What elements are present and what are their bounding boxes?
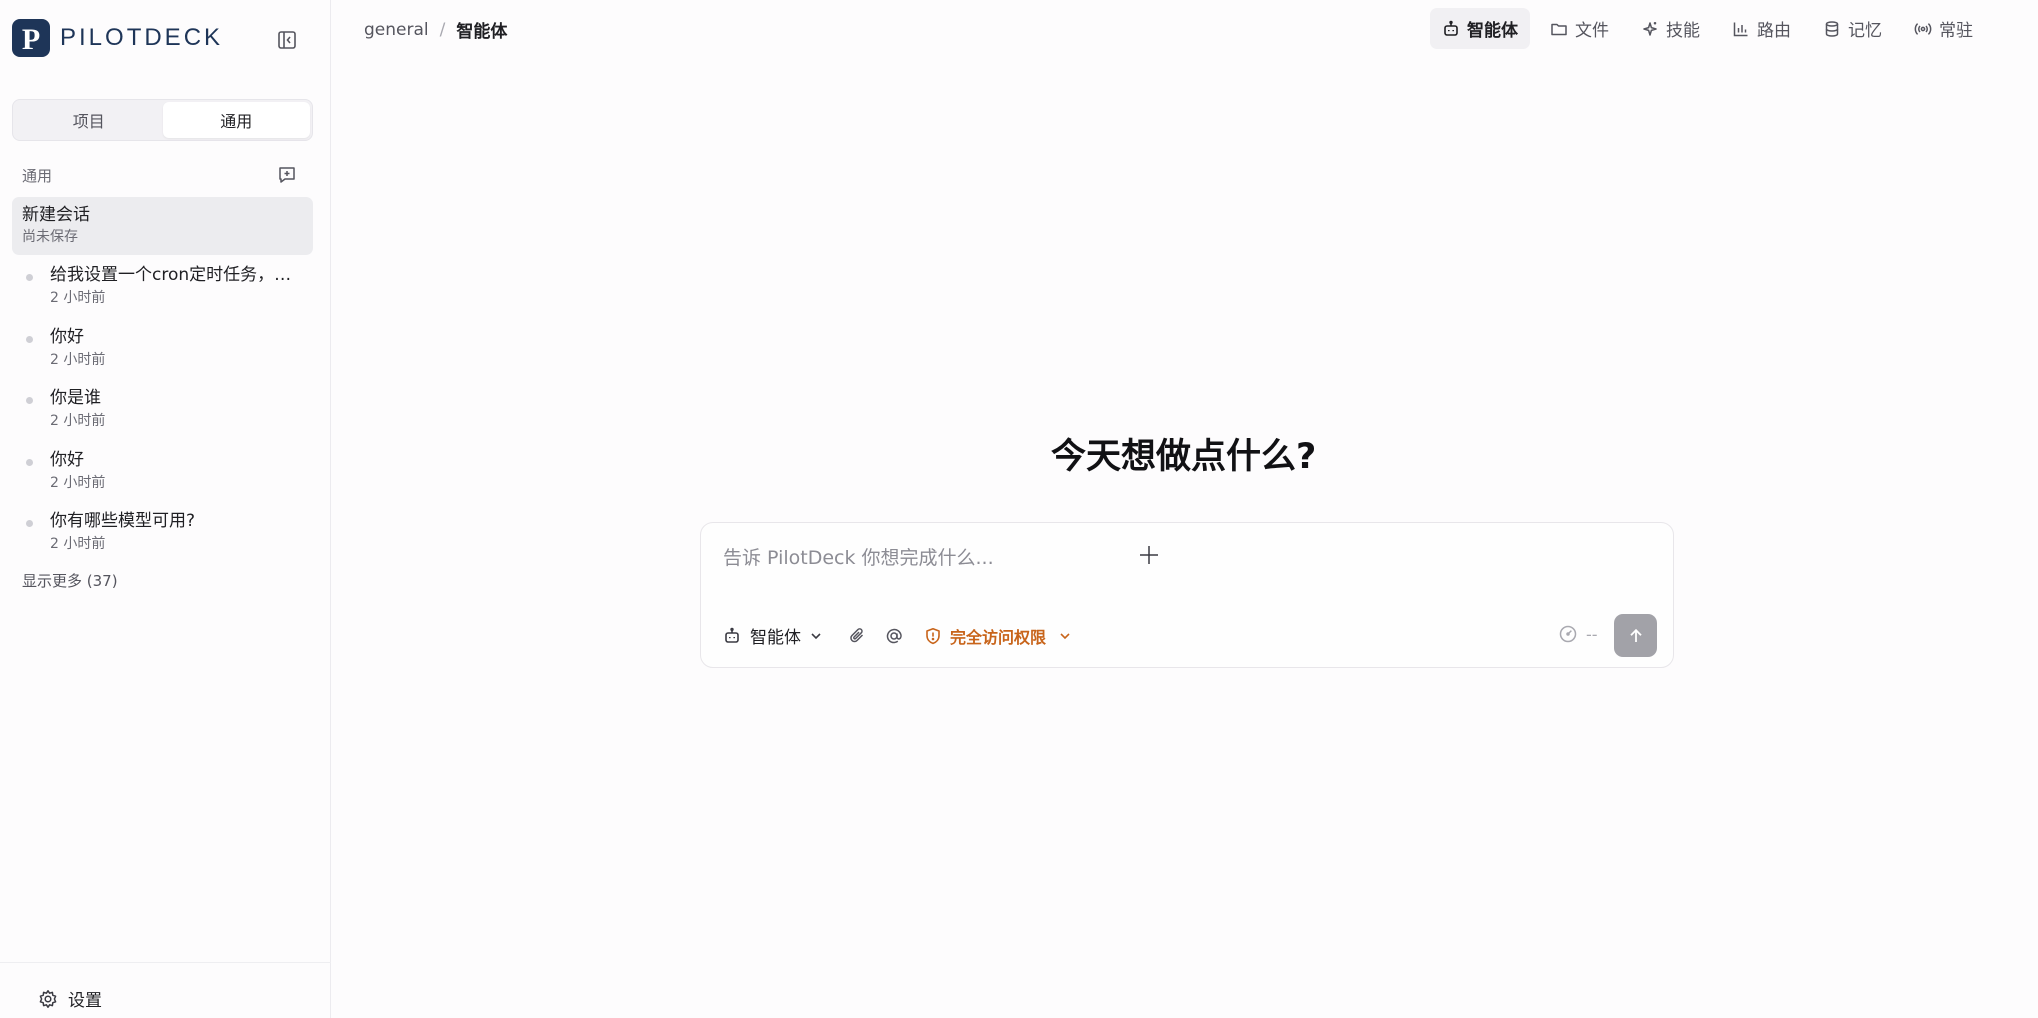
brand-name: PILOTDECK bbox=[60, 24, 224, 51]
chat-history-item[interactable]: 给我设置一个cron定时任务，每... 2 小时前 bbox=[22, 262, 307, 324]
robot-icon bbox=[1444, 20, 1458, 36]
chat-history-item[interactable]: 你是谁 2 小时前 bbox=[22, 385, 307, 447]
arrow-up-icon bbox=[1629, 628, 1642, 642]
tab-memory[interactable]: 记忆 bbox=[1811, 8, 1894, 49]
collapse-sidebar-icon[interactable] bbox=[276, 29, 297, 50]
database-icon bbox=[1825, 20, 1839, 37]
chat-title: 你是谁 bbox=[50, 388, 101, 408]
app-root: P PILOTDECK 项目 通用 通用 新建会话 尚未保存 给我设置一个cro… bbox=[0, 0, 2038, 1018]
robot-icon bbox=[725, 627, 739, 643]
chat-time: 2 小时前 bbox=[50, 290, 106, 306]
chevron-down-icon bbox=[811, 632, 821, 639]
breadcrumb: general / 智能体 bbox=[364, 17, 508, 43]
status-dot-icon bbox=[26, 335, 33, 343]
show-more-link[interactable]: 显示更多 (37) bbox=[22, 570, 118, 591]
chat-title: 你有哪些模型可用? bbox=[50, 511, 196, 531]
current-chat-item[interactable]: 新建会话 尚未保存 bbox=[12, 197, 313, 255]
tab-files[interactable]: 文件 bbox=[1538, 8, 1621, 49]
folder-icon bbox=[1551, 23, 1567, 35]
chat-history-list: 给我设置一个cron定时任务，每... 2 小时前 你好 2 小时前 你是谁 2… bbox=[22, 262, 307, 570]
tab-agent[interactable]: 智能体 bbox=[1430, 8, 1530, 49]
tab-resident-label: 常驻 bbox=[1939, 21, 1973, 41]
chat-title: 给我设置一个cron定时任务，每... bbox=[50, 265, 307, 285]
send-button[interactable] bbox=[1614, 614, 1657, 657]
tab-resident[interactable]: 常驻 bbox=[1902, 8, 1985, 49]
scope-toggle: 项目 通用 bbox=[12, 99, 313, 141]
chat-history-item[interactable]: 你好 2 小时前 bbox=[22, 447, 307, 509]
settings-button[interactable]: 设置 bbox=[38, 986, 102, 1011]
agent-selector-label: 智能体 bbox=[750, 628, 801, 648]
chat-time: 2 小时前 bbox=[50, 413, 106, 429]
breadcrumb-parent[interactable]: general bbox=[364, 20, 429, 40]
shield-alert-icon bbox=[926, 627, 940, 644]
logo-letter: P bbox=[22, 23, 40, 56]
status-dot-icon bbox=[26, 397, 33, 404]
current-chat-title: 新建会话 bbox=[22, 205, 90, 225]
brand-logo: P bbox=[12, 19, 50, 57]
tab-agent-label: 智能体 bbox=[1467, 21, 1518, 41]
chevron-down-icon bbox=[1060, 632, 1070, 639]
sidebar: P PILOTDECK 项目 通用 通用 新建会话 尚未保存 给我设置一个cro… bbox=[0, 0, 331, 1018]
permission-selector[interactable]: 完全访问权限 bbox=[924, 624, 1072, 648]
bar-chart-icon bbox=[1733, 22, 1748, 36]
mention-button[interactable] bbox=[884, 626, 904, 646]
sparkle-icon bbox=[1643, 21, 1657, 36]
prompt-input[interactable]: 告诉 PilotDeck 你想完成什么... bbox=[723, 543, 1643, 573]
current-chat-status: 尚未保存 bbox=[22, 229, 78, 245]
crosshair-cursor-icon bbox=[1138, 544, 1160, 570]
status-dot-icon bbox=[26, 458, 33, 466]
chat-title: 你好 bbox=[50, 449, 84, 470]
tab-skills-label: 技能 bbox=[1666, 21, 1700, 41]
segment-general[interactable]: 通用 bbox=[162, 102, 310, 138]
context-meter-value: -- bbox=[1586, 624, 1598, 644]
segment-projects[interactable]: 项目 bbox=[15, 102, 163, 138]
topbar: general / 智能体 智能体 文件 技能 路由 记忆 常驻 bbox=[332, 0, 2038, 58]
context-meter: -- bbox=[1558, 624, 1598, 644]
tab-skills[interactable]: 技能 bbox=[1629, 8, 1712, 49]
breadcrumb-current: 智能体 bbox=[456, 22, 508, 42]
gear-icon bbox=[39, 989, 57, 1008]
chat-composer: 告诉 PilotDeck 你想完成什么... 智能体 完全访问权限 -- bbox=[700, 522, 1674, 668]
section-header: 通用 bbox=[22, 164, 298, 186]
chat-time: 2 小时前 bbox=[50, 351, 106, 368]
brand[interactable]: P PILOTDECK bbox=[12, 19, 223, 57]
sidebar-footer: 设置 bbox=[0, 962, 331, 1018]
section-title: 通用 bbox=[22, 166, 53, 185]
status-dot-icon bbox=[26, 520, 33, 527]
paperclip-icon bbox=[850, 627, 864, 642]
chat-time: 2 小时前 bbox=[50, 536, 106, 552]
tab-routing[interactable]: 路由 bbox=[1720, 8, 1803, 49]
broadcast-icon bbox=[1914, 22, 1932, 35]
tab-files-label: 文件 bbox=[1575, 21, 1609, 41]
chat-title: 你好 bbox=[50, 326, 84, 347]
page-headline: 今天想做点什么? bbox=[1051, 437, 1317, 477]
tab-memory-label: 记忆 bbox=[1848, 21, 1882, 41]
gauge-icon bbox=[1559, 625, 1577, 643]
permission-label: 完全访问权限 bbox=[950, 627, 1047, 647]
chat-history-item[interactable]: 你好 2 小时前 bbox=[22, 324, 307, 386]
composer-toolbar: 智能体 完全访问权限 -- bbox=[723, 614, 1657, 657]
settings-label: 设置 bbox=[68, 991, 102, 1011]
agent-selector[interactable]: 智能体 bbox=[723, 623, 823, 648]
top-navigation: 智能体 文件 技能 路由 记忆 常驻 bbox=[1430, 8, 1993, 49]
chat-time: 2 小时前 bbox=[50, 474, 106, 491]
tab-routing-label: 路由 bbox=[1757, 21, 1791, 41]
chat-history-item[interactable]: 你有哪些模型可用? 2 小时前 bbox=[22, 508, 307, 570]
status-dot-icon bbox=[26, 274, 33, 281]
new-chat-icon[interactable] bbox=[276, 164, 298, 186]
breadcrumb-separator: / bbox=[439, 19, 446, 40]
at-sign-icon bbox=[886, 628, 902, 643]
attach-button[interactable] bbox=[848, 626, 868, 646]
